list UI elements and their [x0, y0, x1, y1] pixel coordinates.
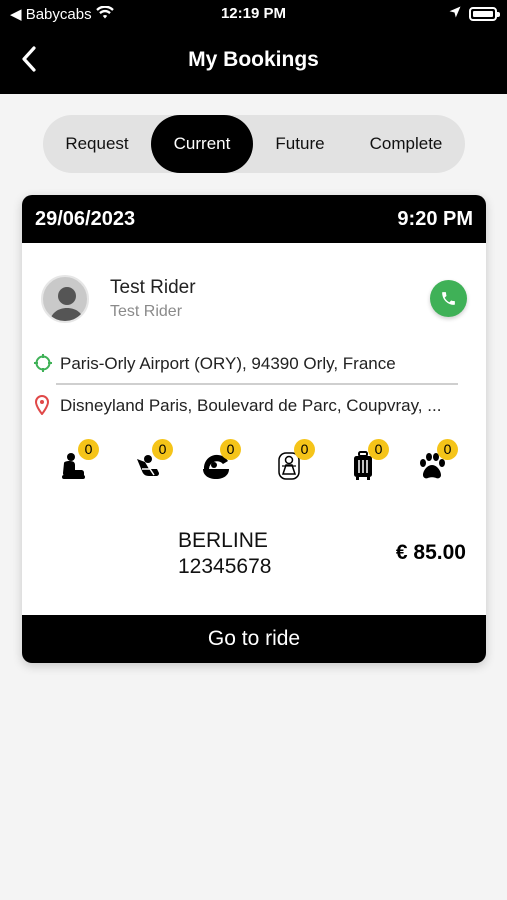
booking-card-header: 29/06/2023 9:20 PM: [22, 195, 486, 243]
tab-future[interactable]: Future: [253, 115, 347, 173]
go-to-ride-button[interactable]: Go to ride: [22, 615, 486, 663]
battery-icon: [469, 6, 500, 21]
tab-complete[interactable]: Complete: [347, 115, 465, 173]
phone-icon: [442, 292, 455, 305]
amenity-car-seat: 0: [272, 439, 316, 487]
pickup-address: Paris-Orly Airport (ORY), 94390 Orly, Fr…: [60, 354, 396, 373]
page-title: My Bookings: [188, 48, 319, 71]
rider-avatar: [41, 275, 89, 323]
rider-subtitle: Test Rider: [110, 303, 183, 320]
top-bar: ◀ Babycabs 12:19 PM My Bookings: [0, 0, 507, 94]
vehicle-number: 12345678: [178, 555, 272, 578]
amenity-luggage: 0: [346, 439, 390, 487]
location-arrow-icon: [449, 5, 461, 22]
booking-date: 29/06/2023: [35, 208, 136, 230]
tab-request[interactable]: Request: [43, 115, 151, 173]
pickup-target-icon: [33, 353, 52, 373]
status-bar: ◀ Babycabs 12:19 PM: [0, 0, 507, 28]
amenity-booster-seat: 0: [56, 439, 100, 487]
amenity-child-seat: 0: [130, 439, 174, 487]
booking-card: 29/06/2023 9:20 PM Test Rider Test Rider…: [22, 195, 486, 663]
booking-price: € 85.00: [395, 541, 466, 564]
call-button[interactable]: [430, 280, 467, 317]
vehicle-type: BERLINE: [178, 529, 268, 552]
amenity-infant-carrier: 0: [198, 439, 242, 487]
amenity-count-badge: 0: [78, 439, 99, 460]
amenity-count-badge: 0: [294, 439, 315, 460]
amenity-count-badge: 0: [152, 439, 173, 460]
status-right: [449, 5, 500, 22]
user-silhouette-icon: [49, 287, 85, 321]
battery-fill: [473, 10, 493, 17]
amenity-pet: 0: [415, 439, 459, 487]
amenity-count-badge: 0: [437, 439, 458, 460]
status-time: 12:19 PM: [220, 5, 287, 22]
rider-name: Test Rider: [110, 277, 196, 298]
booking-tabs: Request Current Future Complete: [43, 115, 465, 173]
dropoff-pin-icon: [33, 394, 51, 416]
tab-current[interactable]: Current: [151, 115, 253, 173]
amenity-count-badge: 0: [220, 439, 241, 460]
booking-time: 9:20 PM: [397, 208, 473, 230]
dropoff-address: Disneyland Paris, Boulevard de Parc, Cou…: [60, 396, 442, 415]
address-divider: [56, 383, 458, 385]
amenity-count-badge: 0: [368, 439, 389, 460]
